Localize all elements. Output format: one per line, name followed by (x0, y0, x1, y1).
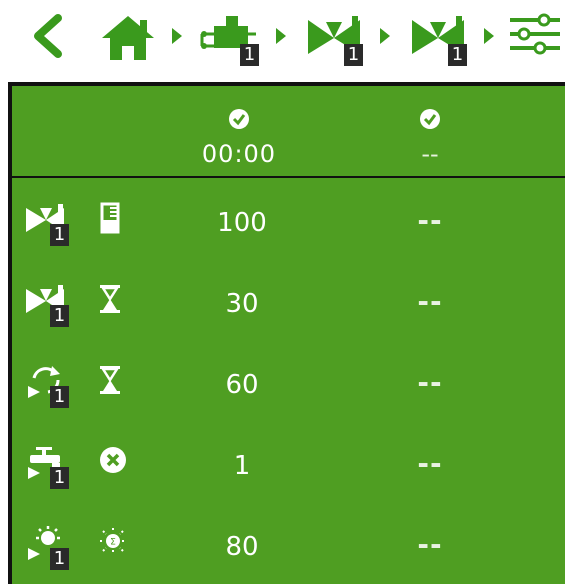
row-value-empty[interactable]: -- (400, 366, 460, 399)
row-value-empty[interactable]: -- (400, 447, 460, 480)
badge: 1 (344, 44, 363, 66)
program-table: 00:00 -- 1 100 -- 1 30 -- 1 60 -- 1 1 --… (8, 82, 565, 584)
chevron-right-icon (172, 28, 182, 44)
chevron-right-icon (380, 28, 390, 44)
sun-play-icon: 1 (26, 526, 69, 570)
check-clock-icon (229, 109, 249, 129)
valve-icon: 1 (26, 202, 69, 246)
row-value-empty[interactable]: -- (400, 285, 460, 318)
settings-sliders-icon[interactable] (508, 12, 562, 56)
row-value-empty[interactable]: -- (400, 204, 460, 237)
breadcrumb-valve-1[interactable]: 1 (306, 10, 363, 66)
cycle-play-icon: 1 (26, 364, 69, 408)
table-row[interactable]: 1 1 -- (12, 439, 565, 499)
home-icon[interactable] (100, 14, 156, 62)
hourglass-icon (98, 364, 122, 400)
back-icon[interactable] (28, 14, 68, 58)
cancel-icon (98, 445, 128, 479)
badge: 1 (50, 467, 69, 489)
sun-sum-icon: Σ (98, 526, 128, 560)
badge: 1 (50, 305, 69, 327)
valve-icon: 1 (26, 283, 69, 327)
table-header: 00:00 -- (12, 86, 565, 178)
gauge-icon (98, 202, 122, 240)
badge: 1 (240, 44, 259, 66)
chevron-right-icon (276, 28, 286, 44)
badge: 1 (50, 548, 69, 570)
row-value[interactable]: 80 (192, 532, 292, 562)
breadcrumb-controller[interactable]: 1 (198, 10, 260, 66)
chevron-right-icon (484, 28, 494, 44)
row-value[interactable]: 30 (192, 289, 292, 319)
table-row[interactable]: 1 100 -- (12, 196, 565, 256)
table-row[interactable]: 1 60 -- (12, 358, 565, 418)
hourglass-icon (98, 283, 122, 319)
check-clock-icon (420, 109, 440, 129)
table-row[interactable]: 1 30 -- (12, 277, 565, 337)
start-time: 00:00 (201, 140, 277, 168)
row-value-empty[interactable]: -- (400, 528, 460, 561)
row-value[interactable]: 1 (192, 451, 292, 481)
breadcrumb-valve-2[interactable]: 1 (410, 10, 467, 66)
badge: 1 (50, 224, 69, 246)
faucet-play-icon: 1 (26, 445, 69, 489)
badge: 1 (448, 44, 467, 66)
svg-text:Σ: Σ (110, 538, 116, 548)
row-value[interactable]: 100 (192, 208, 292, 238)
table-row[interactable]: 1 Σ 80 -- (12, 520, 565, 580)
breadcrumb: 1 1 1 (0, 0, 565, 80)
header-column-2[interactable]: -- (380, 108, 480, 168)
header-column-1[interactable]: 00:00 (184, 108, 294, 168)
badge: 1 (50, 386, 69, 408)
start-time: -- (421, 140, 439, 168)
row-value[interactable]: 60 (192, 370, 292, 400)
